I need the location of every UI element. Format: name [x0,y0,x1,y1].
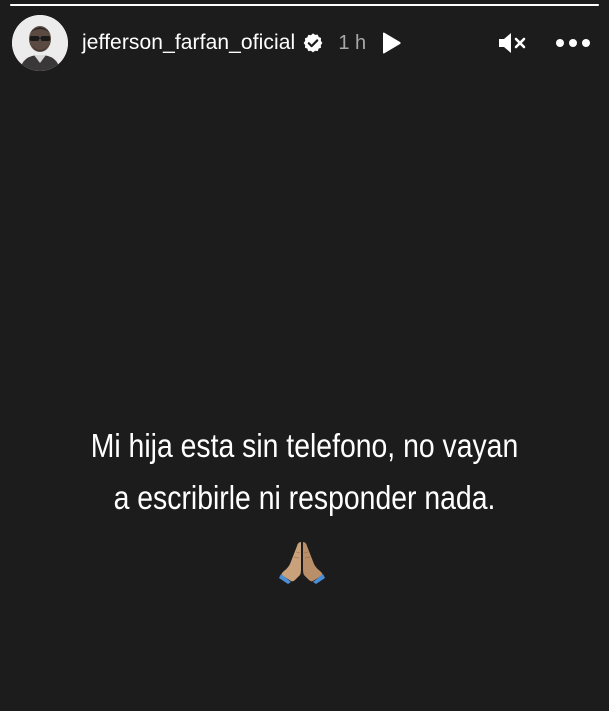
story-viewer: jefferson_farfan_oficial 1 h Mi hija est… [0,0,609,711]
mute-button[interactable] [497,30,527,56]
username[interactable]: jefferson_farfan_oficial [82,31,295,55]
story-header: jefferson_farfan_oficial 1 h [12,14,591,72]
verified-badge-icon [303,33,323,53]
avatar-image [12,15,68,71]
story-progress-fill [10,4,599,6]
mute-icon [499,33,526,53]
header-actions [497,30,591,56]
folded-hands-emoji [279,542,325,584]
play-icon [383,32,401,54]
story-progress-bar [10,4,599,6]
caption-line-1: Mi hija esta sin telefono, no vayan [90,427,519,464]
story-timestamp: 1 h [338,31,367,54]
more-options-button[interactable] [555,38,591,48]
play-button[interactable] [380,31,402,55]
story-caption: Mi hija esta sin telefono, no vayan a es… [43,420,567,524]
more-icon [556,39,590,47]
avatar[interactable] [12,15,68,71]
caption-line-2: a escribirle ni responder nada. [113,479,496,516]
